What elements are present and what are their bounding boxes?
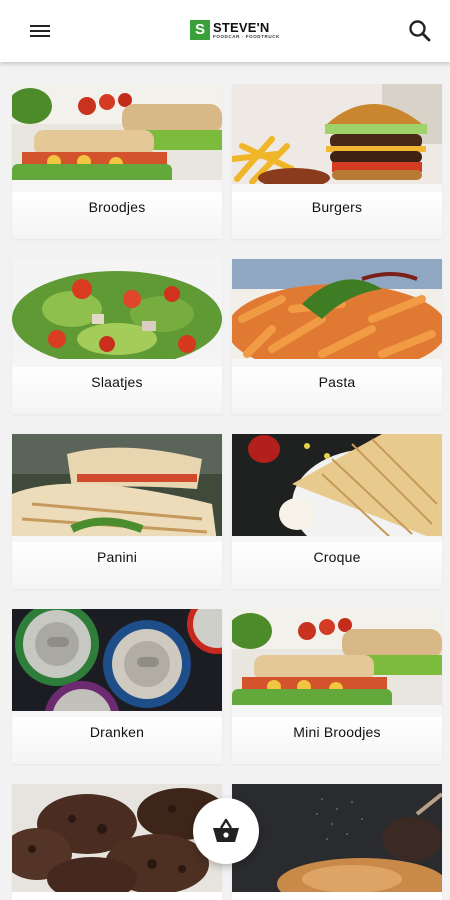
category-card-pastry[interactable]: [232, 784, 442, 900]
search-icon: [409, 20, 431, 42]
category-image: [232, 259, 442, 367]
search-button[interactable]: [406, 17, 434, 45]
category-label: Croque: [313, 549, 361, 565]
cart-button[interactable]: [193, 798, 259, 864]
category-image: [12, 609, 222, 717]
category-label: Pasta: [318, 374, 356, 390]
basket-icon: [213, 818, 239, 842]
logo-mark: S: [190, 20, 210, 40]
category-card-slaatjes[interactable]: Slaatjes: [12, 259, 222, 414]
category-label: Mini Broodjes: [293, 724, 381, 740]
brand-name: STEVE'N: [213, 19, 270, 35]
category-card-mini-broodjes[interactable]: Mini Broodjes: [232, 609, 442, 764]
category-label: Dranken: [89, 724, 145, 740]
menu-button[interactable]: [28, 20, 56, 42]
category-card-pasta[interactable]: Pasta: [232, 259, 442, 414]
category-card-broodjes[interactable]: Broodjes: [12, 84, 222, 239]
category-image: [12, 84, 222, 192]
app-header: S STEVE'N FOODCAR · FOODTRUCK: [0, 0, 450, 62]
category-image: [232, 784, 442, 892]
category-card-panini[interactable]: Panini: [12, 434, 222, 589]
category-image: [232, 84, 442, 192]
category-card-burgers[interactable]: Burgers: [232, 84, 442, 239]
brand-tagline: FOODCAR · FOODTRUCK: [213, 33, 280, 39]
category-image: [232, 434, 442, 542]
category-label: Slaatjes: [91, 374, 143, 390]
category-card-croque[interactable]: Croque: [232, 434, 442, 589]
category-label: Burgers: [311, 199, 363, 215]
menu-icon: [28, 25, 56, 37]
category-image: [232, 609, 442, 717]
category-image: [12, 259, 222, 367]
category-card-cookies[interactable]: [12, 784, 222, 900]
category-image: [12, 784, 222, 892]
category-label: Broodjes: [88, 199, 146, 215]
category-label: Panini: [96, 549, 138, 565]
category-image: [12, 434, 222, 542]
brand-logo[interactable]: S STEVE'N FOODCAR · FOODTRUCK: [190, 17, 280, 43]
category-card-dranken[interactable]: Dranken: [12, 609, 222, 764]
